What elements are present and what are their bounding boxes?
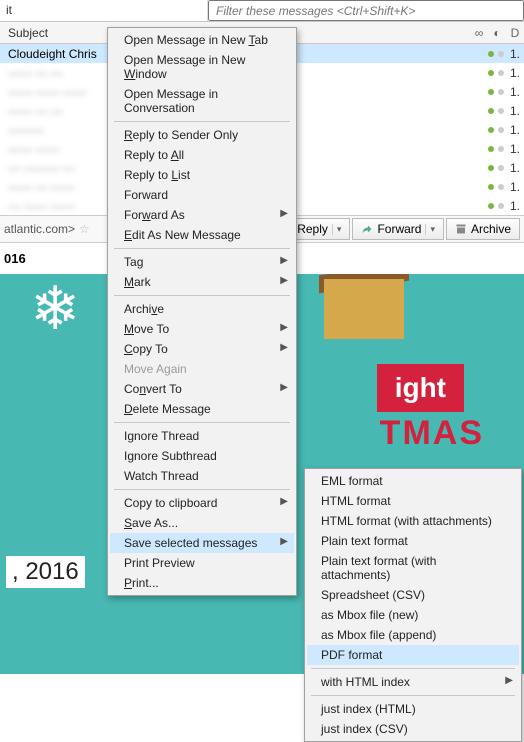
col-date[interactable]: D (506, 26, 524, 40)
mi-ignore-thread[interactable]: Ignore Thread (110, 426, 294, 446)
archive-button[interactable]: Archive (446, 218, 520, 240)
smi-html-att[interactable]: HTML format (with attachments) (307, 511, 519, 531)
smi-eml[interactable]: EML format (307, 471, 519, 491)
submenu-arrow-icon: ▶ (280, 536, 288, 547)
top-label: it (0, 0, 208, 21)
mi-watch-thread[interactable]: Watch Thread (110, 466, 294, 486)
submenu-arrow-icon: ▶ (280, 496, 288, 507)
mi-ignore-subthread[interactable]: Ignore Subthread (110, 446, 294, 466)
context-menu: Open Message in New Tab Open Message in … (107, 27, 297, 596)
smi-mbox-append[interactable]: as Mbox file (append) (307, 625, 519, 645)
smi-html[interactable]: HTML format (307, 491, 519, 511)
mi-mark[interactable]: Mark▶ (110, 272, 294, 292)
smi-just-csv[interactable]: just index (CSV) (307, 719, 519, 739)
smi-pdf[interactable]: PDF format (307, 645, 519, 665)
banner-text-2: TMAS (380, 414, 484, 453)
mi-print-preview[interactable]: Print Preview (110, 553, 294, 573)
smi-plain[interactable]: Plain text format (307, 531, 519, 551)
mi-open-window[interactable]: Open Message in New Window (110, 50, 294, 84)
smi-just-html[interactable]: just index (HTML) (307, 699, 519, 719)
submenu-arrow-icon: ▶ (505, 675, 513, 686)
dropdown-icon[interactable]: ▾ (332, 224, 342, 235)
submenu-arrow-icon: ▶ (280, 255, 288, 266)
submenu-arrow-icon: ▶ (280, 382, 288, 393)
mi-convert-to[interactable]: Convert To▶ (110, 379, 294, 399)
banner-text: ight (377, 364, 464, 412)
mi-reply-list[interactable]: Reply to List (110, 165, 294, 185)
mi-tag[interactable]: Tag▶ (110, 252, 294, 272)
smi-mbox-new[interactable]: as Mbox file (new) (307, 605, 519, 625)
smi-html-index[interactable]: with HTML index▶ (307, 672, 519, 692)
mi-save-as[interactable]: Save As... (110, 513, 294, 533)
forward-icon (361, 223, 373, 235)
filter-input[interactable] (208, 0, 524, 21)
dropdown-icon[interactable]: ▾ (425, 224, 435, 235)
mi-move-again: Move Again (110, 359, 294, 379)
mi-edit-new[interactable]: Edit As New Message (110, 225, 294, 245)
mi-reply-sender[interactable]: Reply to Sender Only (110, 125, 294, 145)
submenu-arrow-icon: ▶ (280, 322, 288, 333)
status-dot (498, 51, 504, 57)
house-graphic (324, 279, 404, 339)
mi-reply-all[interactable]: Reply to All (110, 145, 294, 165)
mi-save-selected[interactable]: Save selected messages▶ (110, 533, 294, 553)
message-date: 1. (510, 47, 524, 61)
mi-forward-as[interactable]: Forward As▶ (110, 205, 294, 225)
mi-copy-to[interactable]: Copy To▶ (110, 339, 294, 359)
mi-print[interactable]: Print... (110, 573, 294, 593)
mi-forward[interactable]: Forward (110, 185, 294, 205)
preview-date: , 2016 (6, 556, 85, 588)
status-dot (488, 51, 494, 57)
mi-archive[interactable]: Archive (110, 299, 294, 319)
submenu-arrow-icon: ▶ (280, 275, 288, 286)
mi-copy-clipboard[interactable]: Copy to clipboard▶ (110, 493, 294, 513)
archive-icon (455, 223, 467, 235)
tree-graphic: ❄ (30, 274, 80, 344)
thread-icon[interactable]: ◐ (488, 26, 506, 40)
mi-open-conversation[interactable]: Open Message in Conversation (110, 84, 294, 118)
smi-csv[interactable]: Spreadsheet (CSV) (307, 585, 519, 605)
save-submenu: EML format HTML format HTML format (with… (304, 468, 522, 742)
submenu-arrow-icon: ▶ (280, 208, 288, 219)
submenu-arrow-icon: ▶ (280, 342, 288, 353)
star-icon[interactable]: ☆ (79, 222, 90, 236)
glasses-icon[interactable]: ∞ (470, 26, 488, 40)
smi-plain-att[interactable]: Plain text format (with attachments) (307, 551, 519, 585)
mi-delete[interactable]: Delete Message (110, 399, 294, 419)
mi-move-to[interactable]: Move To▶ (110, 319, 294, 339)
forward-button[interactable]: Forward▾ (352, 218, 444, 240)
from-address: atlantic.com> (4, 222, 75, 236)
mi-open-tab[interactable]: Open Message in New Tab (110, 30, 294, 50)
